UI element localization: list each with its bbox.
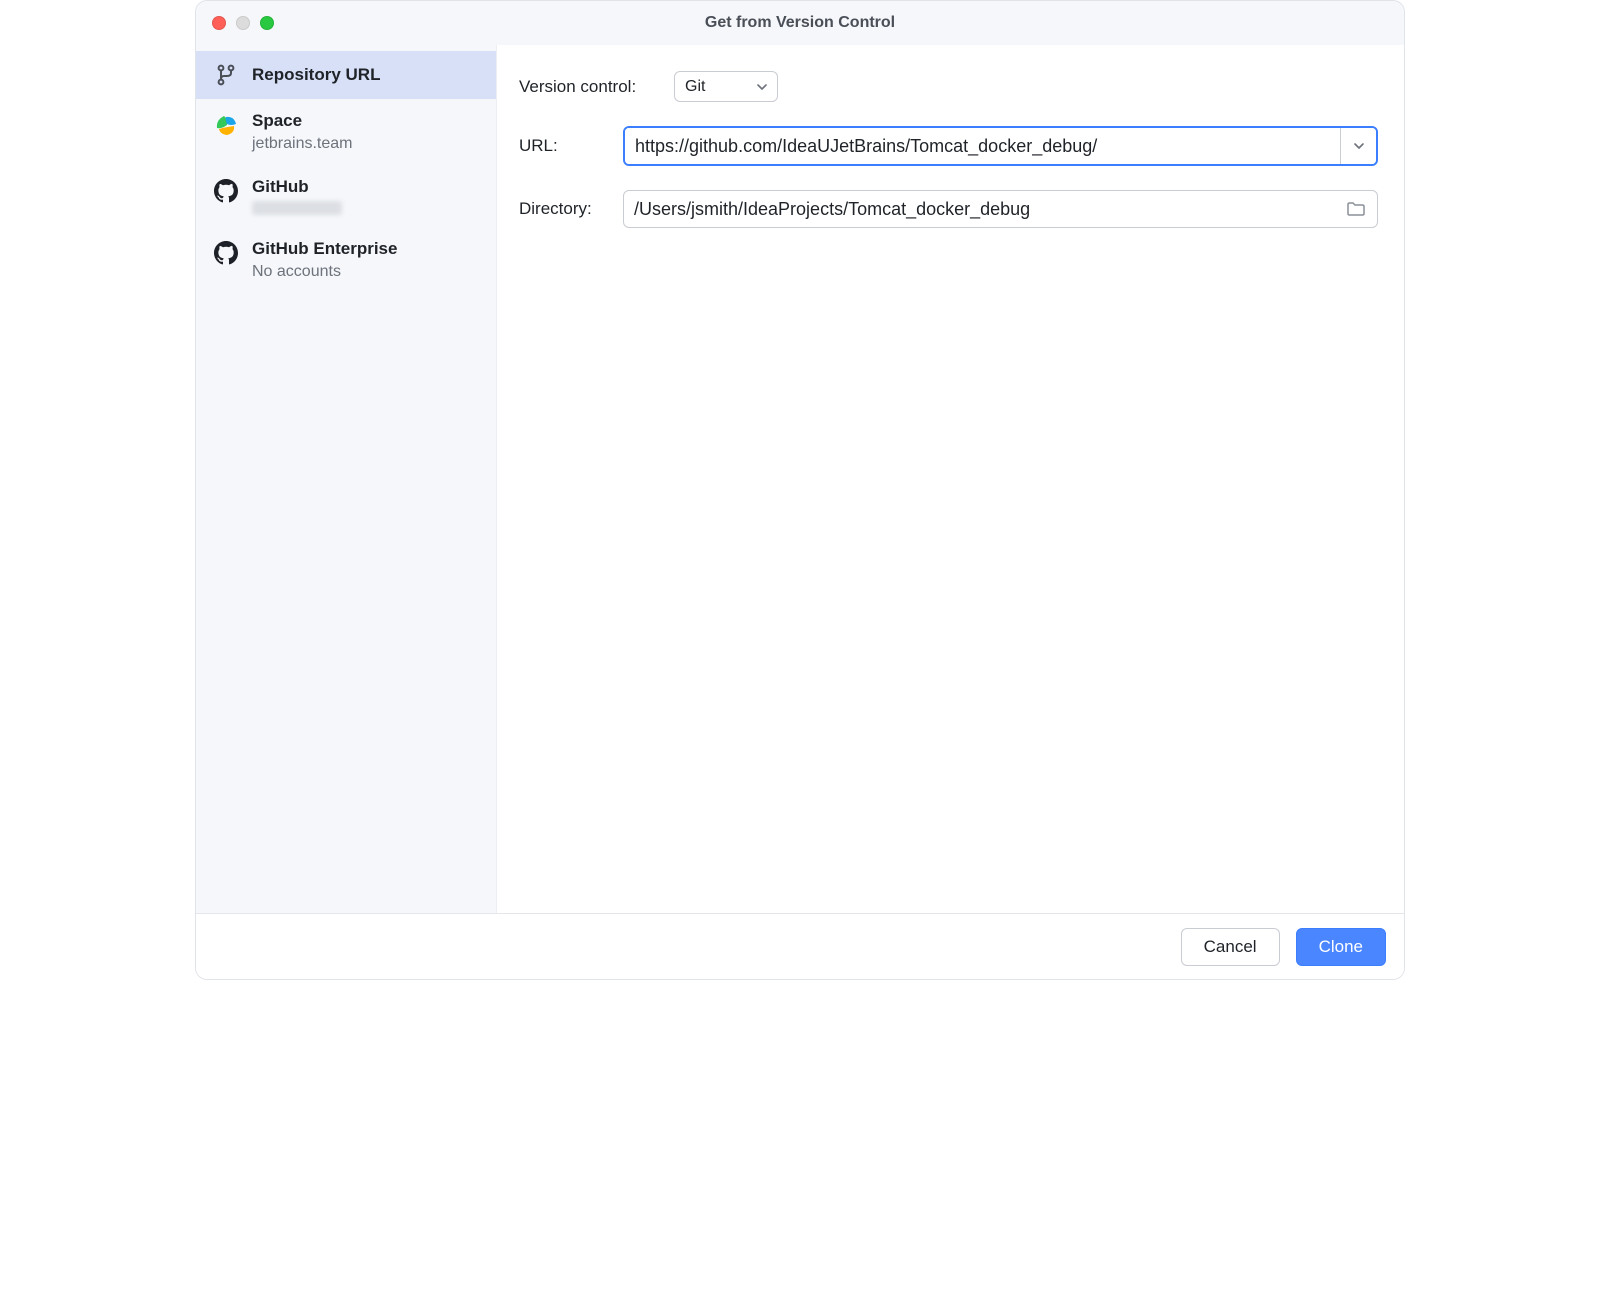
url-label: URL:	[519, 136, 623, 156]
main-panel: Version control: Git URL:	[496, 45, 1404, 913]
sidebar-item-label: GitHub	[252, 177, 342, 197]
url-input-group	[623, 126, 1378, 166]
sidebar-item-github[interactable]: GitHub	[196, 165, 496, 227]
github-icon	[214, 179, 238, 203]
clone-button[interactable]: Clone	[1296, 928, 1386, 966]
branch-icon	[214, 63, 238, 87]
dialog-window: Get from Version Control Repository URL	[195, 0, 1405, 980]
sidebar-item-github-enterprise[interactable]: GitHub Enterprise No accounts	[196, 227, 496, 293]
cancel-button[interactable]: Cancel	[1181, 928, 1280, 966]
directory-input-group	[623, 190, 1378, 228]
dialog-footer: Cancel Clone	[196, 913, 1404, 979]
version-control-row: Version control: Git	[519, 71, 1378, 102]
sidebar-item-label: Space	[252, 111, 353, 131]
source-sidebar: Repository URL Space jetbrains.team	[196, 45, 496, 913]
chevron-down-icon	[1353, 140, 1365, 152]
url-input[interactable]	[625, 128, 1340, 164]
directory-input[interactable]	[624, 199, 1341, 220]
sidebar-item-sublabel-redacted	[252, 201, 342, 215]
browse-directory-button[interactable]	[1341, 196, 1371, 222]
window-controls	[196, 16, 274, 30]
directory-row: Directory:	[519, 190, 1378, 228]
dialog-title: Get from Version Control	[196, 14, 1404, 32]
space-logo-icon	[214, 113, 238, 137]
sidebar-item-sublabel: jetbrains.team	[252, 135, 353, 153]
folder-icon	[1346, 201, 1366, 217]
github-icon	[214, 241, 238, 265]
url-history-dropdown-button[interactable]	[1340, 128, 1376, 164]
version-control-select[interactable]: Git	[674, 71, 778, 102]
directory-label: Directory:	[519, 199, 623, 219]
version-control-label: Version control:	[519, 77, 674, 97]
sidebar-item-space[interactable]: Space jetbrains.team	[196, 99, 496, 165]
titlebar: Get from Version Control	[196, 1, 1404, 45]
sidebar-item-label: Repository URL	[252, 65, 380, 85]
close-window-button[interactable]	[212, 16, 226, 30]
dialog-body: Repository URL Space jetbrains.team	[196, 45, 1404, 913]
zoom-window-button[interactable]	[260, 16, 274, 30]
minimize-window-button[interactable]	[236, 16, 250, 30]
sidebar-item-repository-url[interactable]: Repository URL	[196, 51, 496, 99]
sidebar-item-sublabel: No accounts	[252, 263, 397, 281]
url-row: URL:	[519, 126, 1378, 166]
sidebar-item-label: GitHub Enterprise	[252, 239, 397, 259]
